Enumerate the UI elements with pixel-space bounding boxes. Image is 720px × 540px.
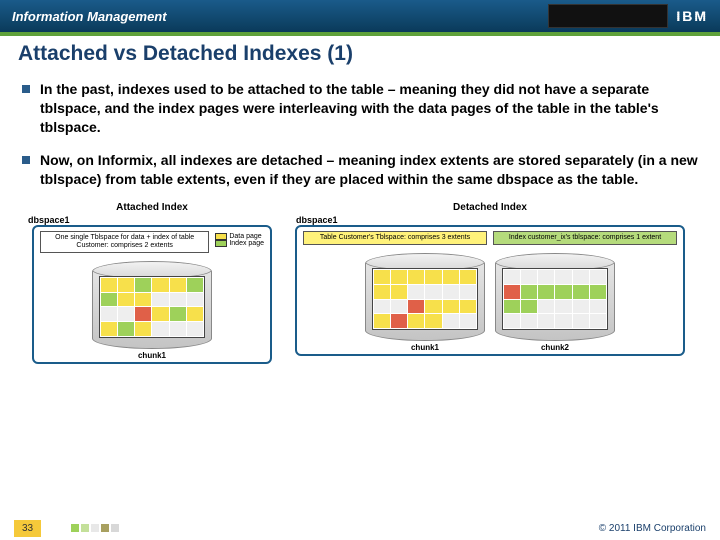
dbspace-box: Table Customer's Tblspace: comprises 3 e…: [295, 225, 685, 356]
bullet-item: Now, on Informix, all indexes are detach…: [18, 151, 702, 189]
bullet-icon: [22, 156, 30, 164]
bullet-icon: [22, 85, 30, 93]
footer: 33 © 2011 IBM Corporation: [0, 516, 720, 540]
detached-diagram: Detached Index dbspace1 Table Customer's…: [290, 202, 690, 363]
dbspace-label: dbspace1: [28, 215, 70, 225]
tblspace-note: One single Tblspace for data + index of …: [40, 231, 209, 252]
diagrams-row: Attached Index dbspace1 One single Tblsp…: [18, 202, 702, 363]
cylinder: chunk1: [365, 253, 485, 352]
page-number: 33: [14, 520, 41, 537]
cylinder: chunk2: [495, 253, 615, 352]
slide-content: Attached vs Detached Indexes (1) In the …: [0, 36, 720, 364]
chunk-label: chunk1: [138, 351, 166, 360]
tblspace-index: Index customer_ix's tblspace: comprises …: [493, 231, 677, 245]
product-name: Information Management: [12, 9, 167, 24]
bullet-item: In the past, indexes used to be attached…: [18, 80, 702, 137]
header-right: IBM: [548, 4, 708, 28]
tblspace-table: Table Customer's Tblspace: comprises 3 e…: [303, 231, 487, 245]
bullet-text: In the past, indexes used to be attached…: [40, 80, 702, 137]
swatch-data: [215, 233, 227, 240]
dbspace-box: One single Tblspace for data + index of …: [32, 225, 272, 363]
extents-grid: [372, 268, 478, 330]
attached-title: Attached Index: [116, 202, 188, 213]
extents-grid: [99, 276, 205, 338]
extents-grid: [502, 268, 608, 330]
copyright: © 2011 IBM Corporation: [599, 523, 706, 534]
chunk-label: chunk2: [541, 343, 569, 352]
footer-decoration: [71, 524, 119, 532]
chunk-label: chunk1: [411, 343, 439, 352]
attached-diagram: Attached Index dbspace1 One single Tblsp…: [22, 202, 282, 363]
legend: Data page Index page: [215, 233, 264, 252]
detached-title: Detached Index: [453, 202, 527, 213]
header-dark-tab: [548, 4, 668, 28]
header-bar: Information Management IBM: [0, 0, 720, 32]
cylinder: chunk1: [40, 261, 264, 360]
bullet-text: Now, on Informix, all indexes are detach…: [40, 151, 702, 189]
slide-title: Attached vs Detached Indexes (1): [18, 42, 702, 66]
ibm-logo: IBM: [676, 8, 708, 24]
dbspace-label: dbspace1: [296, 215, 338, 225]
swatch-index: [215, 240, 227, 247]
